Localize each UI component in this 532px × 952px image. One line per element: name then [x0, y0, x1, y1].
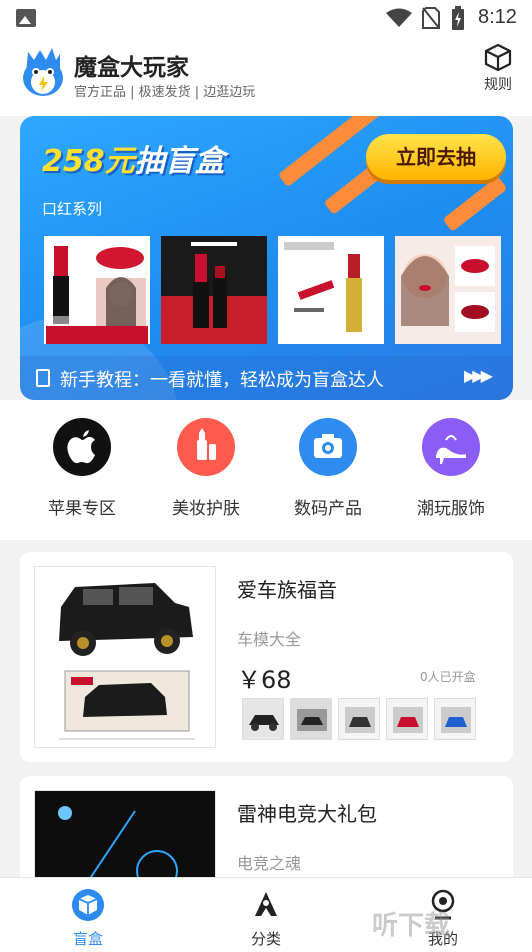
lipstick-product-image: [44, 236, 150, 344]
camera-icon: [299, 418, 357, 476]
box-icon: [72, 889, 104, 921]
item-name: 雷神电竞大礼包: [237, 802, 377, 826]
promo-banner[interactable]: 258元抽盲盒 立即去抽 口红系列 新手教程：一看就懂，轻松成为盲盒达人 ▶▶▶: [20, 116, 513, 400]
forward-arrows-icon: ▶▶▶: [464, 366, 493, 385]
car-thumbnail[interactable]: [386, 698, 428, 740]
category-label: 潮玩服饰: [417, 499, 485, 519]
lipstick-product-image: [395, 236, 501, 344]
tutorial-bar[interactable]: 新手教程：一看就懂，轻松成为盲盒达人 ▶▶▶: [20, 356, 513, 400]
car-thumbnail[interactable]: [434, 698, 476, 740]
draw-now-button[interactable]: 立即去抽: [366, 134, 506, 180]
no-sim-icon: [422, 7, 440, 29]
mascot-logo: [23, 48, 63, 96]
category-apple[interactable]: 苹果专区: [32, 418, 132, 519]
wifi-icon: [386, 8, 412, 27]
nav-label: 盲盒: [72, 930, 103, 948]
item-subtitle: 电竞之魂: [237, 854, 302, 873]
banner-products: [44, 236, 504, 344]
opened-count: 0人已开盒: [420, 670, 476, 684]
nav-label: 分类: [250, 930, 281, 948]
blind-box-card[interactable]: 爱车族福音 车模大全 ￥68 0人已开盒: [20, 552, 513, 762]
battery-icon: [452, 6, 464, 30]
banner-decoration: [442, 176, 508, 232]
category-grid: 苹果专区 美妆护肤 数码产品 潮玩服饰: [0, 400, 532, 540]
app-title: 魔盒大玩家: [74, 55, 189, 81]
category-digital[interactable]: 数码产品: [278, 418, 378, 519]
cosmetics-icon: [177, 418, 235, 476]
rules-button[interactable]: 规则: [478, 42, 518, 94]
banner-series-label: 口红系列: [42, 200, 103, 218]
app-header: 魔盒大玩家 官方正品 | 极速发货 | 边逛边玩 规则: [0, 36, 532, 116]
app-tagline: 官方正品 | 极速发货 | 边逛边玩: [74, 85, 256, 100]
category-label: 美妆护肤: [172, 499, 240, 519]
status-bar: 8:12: [0, 0, 532, 36]
nav-blind-box[interactable]: 盲盒: [48, 888, 128, 949]
high-heel-icon: [422, 418, 480, 476]
car-thumbnail[interactable]: [290, 698, 332, 740]
cube-icon: [484, 43, 512, 72]
category-fashion[interactable]: 潮玩服饰: [401, 418, 501, 519]
site-watermark: 听下载: [372, 911, 451, 941]
rules-label: 规则: [484, 77, 512, 93]
banner-title: 258元抽盲盒: [42, 144, 225, 179]
apple-icon: [53, 418, 111, 476]
car-thumbnail[interactable]: [338, 698, 380, 740]
tutorial-text: 新手教程：一看就懂，轻松成为盲盒达人: [60, 370, 384, 391]
item-price: ￥68: [237, 666, 292, 694]
bottom-navigation: 盲盒 分类 我的: [0, 877, 532, 952]
book-icon: [36, 369, 50, 387]
category-label: 苹果专区: [48, 499, 116, 519]
item-name: 爱车族福音: [237, 578, 337, 602]
car-model-image: [34, 566, 216, 748]
lipstick-product-image: [161, 236, 267, 344]
image-notification-icon: [16, 9, 36, 27]
item-subtitle: 车模大全: [237, 630, 302, 649]
category-label: 数码产品: [294, 499, 362, 519]
clock: 8:12: [478, 6, 517, 28]
category-icon: [255, 892, 277, 916]
car-thumbnail[interactable]: [242, 698, 284, 740]
lipstick-product-image: [278, 236, 384, 344]
category-cosmetics[interactable]: 美妆护肤: [156, 418, 256, 519]
nav-category[interactable]: 分类: [226, 888, 306, 949]
